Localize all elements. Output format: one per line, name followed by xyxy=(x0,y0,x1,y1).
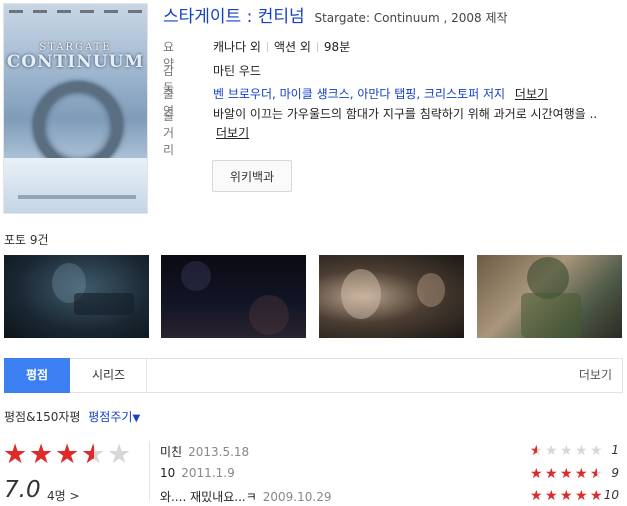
star-icon: ★ ★ xyxy=(590,466,603,482)
star-icon: ★ ★ xyxy=(575,488,588,504)
summary-genre: 액션 외 xyxy=(273,40,311,54)
star-icon: ★ ★ xyxy=(545,466,558,482)
review-comment: 10 xyxy=(160,466,176,480)
cast-values: 벤 브로우더, 마이클 섕크스, 아만다 탭핑, 크리스토퍼 저지 더보기 xyxy=(213,85,548,102)
review-text: 10 2011.1.9 xyxy=(160,466,235,480)
divider xyxy=(316,42,318,52)
star-icon: ★ ★ xyxy=(29,439,54,470)
photo-count-label[interactable]: 포토 9건 xyxy=(4,231,49,248)
star-icon: ★ ★ xyxy=(575,466,588,482)
plot-text: 바알이 이끄는 가우울드의 함대가 지구를 침략하기 위해 과거로 시간여행을 … xyxy=(213,105,613,143)
review-date: 2009.10.29 xyxy=(262,490,332,504)
average-score: 7.0 xyxy=(4,477,41,503)
star-icon: ★ xyxy=(560,443,573,459)
review-item: 와.... 재밌내요...ㅋ 2009.10.29 ★ ★ ★ ★ ★ ★ ★ ★ ★ ★ 10 xyxy=(160,488,623,506)
star-icon: ★ ★ xyxy=(55,439,80,470)
rater-count-link[interactable]: 4명 > xyxy=(47,487,80,504)
movie-poster[interactable]: STARGATE CONTINUUM xyxy=(3,3,148,214)
star-icon: ★ ★ xyxy=(560,488,573,504)
review-score: 9 xyxy=(611,466,619,480)
director-link[interactable]: 마틴 우드 xyxy=(213,62,261,79)
review-comment: 와.... 재밌내요...ㅋ xyxy=(160,490,257,504)
star-icon: ★ xyxy=(575,443,588,459)
caret-down-icon: ▼ xyxy=(132,413,141,424)
tabs-more-link[interactable]: 더보기 xyxy=(579,359,612,392)
movie-subtitle: Stargate: Continuum , 2008 제작 xyxy=(314,11,508,25)
star-icon: ★ ★ xyxy=(545,488,558,504)
wikipedia-button[interactable]: 위키백과 xyxy=(212,160,292,192)
review-item: 미친 2013.5.18 ★ ★ ★ ★ ★ ★ 1 xyxy=(160,443,623,463)
review-stars: ★ ★ ★ ★ ★ ★ ★ ★ ★ ★ xyxy=(530,489,605,503)
summary-values: 캐나다 외 액션 외 98분 xyxy=(213,38,350,55)
rating-header: 평점&150자평 평점주기▼ xyxy=(4,408,140,425)
plot-label: 줄거리 xyxy=(163,109,175,157)
star-icon: ★ ★ xyxy=(560,466,573,482)
cast-links[interactable]: 벤 브로우더, 마이클 섕크스, 아만다 탭핑, 크리스토퍼 저지 xyxy=(213,87,505,101)
rating-tabs: 평점 시리즈 더보기 xyxy=(4,358,623,393)
star-icon: ★ ★ xyxy=(530,488,543,504)
review-item: 10 2011.1.9 ★ ★ ★ ★ ★ ★ ★ ★ ★ ★ 9 xyxy=(160,466,623,486)
star-icon: ★ ★ xyxy=(530,443,543,459)
review-text: 와.... 재밌내요...ㅋ 2009.10.29 xyxy=(160,488,331,505)
poster-tagline xyxy=(18,195,136,199)
photo-thumbnail[interactable] xyxy=(477,255,622,338)
photo-thumbnail[interactable] xyxy=(4,255,149,338)
star-icon: ★ xyxy=(107,439,132,470)
star-icon: ★ ★ xyxy=(590,488,603,504)
poster-ice-ground xyxy=(4,158,147,213)
summary-country: 캐나다 외 xyxy=(213,40,261,54)
rating-header-label: 평점&150자평 xyxy=(4,410,81,424)
movie-title-row: 스타게이트 : 컨티넘 Stargate: Continuum , 2008 제… xyxy=(163,2,625,30)
poster-actor-names xyxy=(4,4,147,18)
star-icon: ★ ★ xyxy=(530,466,543,482)
poster-stargate-ring xyxy=(34,82,122,170)
divider xyxy=(149,441,150,501)
review-date: 2013.5.18 xyxy=(188,445,250,459)
give-rating-link[interactable]: 평점주기▼ xyxy=(88,410,140,424)
review-text: 미친 2013.5.18 xyxy=(160,443,249,460)
photo-thumbnail[interactable] xyxy=(319,255,464,338)
star-icon: ★ xyxy=(590,443,603,459)
star-icon: ★ ★ xyxy=(81,439,106,470)
poster-title-main: CONTINUUM xyxy=(6,52,145,72)
photo-thumbnail[interactable] xyxy=(161,255,306,338)
review-stars: ★ ★ ★ ★ ★ ★ ★ ★ ★ ★ xyxy=(530,467,605,481)
average-star-rating: ★ ★ ★ ★ ★ ★ ★ ★ ★ xyxy=(3,441,133,469)
review-stars: ★ ★ ★ ★ ★ ★ xyxy=(530,444,605,458)
star-icon: ★ xyxy=(545,443,558,459)
cast-more-link[interactable]: 더보기 xyxy=(515,87,548,101)
review-comment: 미친 xyxy=(160,445,183,459)
review-score: 10 xyxy=(603,488,619,502)
give-rating-label: 평점주기 xyxy=(88,410,133,424)
tab-series[interactable]: 시리즈 xyxy=(71,358,147,393)
tab-rating[interactable]: 평점 xyxy=(4,358,70,393)
plot-more-link[interactable]: 더보기 xyxy=(216,126,249,140)
plot-body: 바알이 이끄는 가우울드의 함대가 지구를 침략하기 위해 과거로 시간여행을 … xyxy=(213,107,598,121)
movie-title[interactable]: 스타게이트 : 컨티넘 xyxy=(163,7,305,27)
star-icon: ★ ★ xyxy=(3,439,28,470)
divider xyxy=(266,42,268,52)
review-date: 2011.1.9 xyxy=(181,466,235,480)
review-score: 1 xyxy=(611,443,619,457)
summary-runtime: 98분 xyxy=(323,40,351,54)
